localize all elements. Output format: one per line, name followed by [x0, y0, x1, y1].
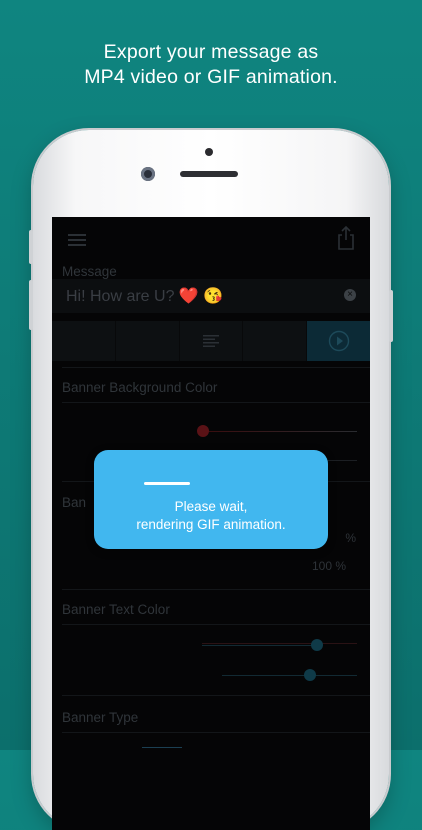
text-color-label: Banner Text Color — [62, 602, 170, 617]
menu-icon[interactable] — [68, 234, 86, 246]
share-icon[interactable] — [336, 225, 356, 251]
divider — [62, 402, 370, 403]
red-slider-knob[interactable] — [197, 425, 209, 437]
banner-section-label: Ban — [62, 495, 87, 510]
text-green-slider-knob[interactable] — [304, 669, 316, 681]
front-camera — [141, 167, 155, 181]
clear-icon[interactable]: × — [344, 289, 356, 301]
divider — [62, 624, 370, 625]
divider — [62, 367, 370, 368]
dialog-message: Please wait, rendering GIF animation. — [94, 498, 328, 534]
red-slider[interactable] — [202, 431, 357, 432]
toolbar-segment-2[interactable] — [115, 321, 180, 361]
message-input[interactable]: Hi! How are U? ❤️ 😘 × — [52, 279, 370, 313]
scale-value-partial: % — [345, 531, 356, 545]
caption: Export your message as MP4 video or GIF … — [0, 40, 422, 90]
format-toolbar — [52, 321, 370, 361]
background-color-label: Banner Background Color — [62, 380, 218, 395]
toolbar-segment-4[interactable] — [243, 321, 308, 361]
progress-bar — [144, 482, 190, 485]
rendering-dialog: Please wait, rendering GIF animation. — [94, 450, 328, 549]
volume-up-button — [29, 280, 33, 330]
scale-value: 100 % — [311, 559, 346, 573]
mute-switch — [29, 230, 33, 264]
toolbar-segment-1[interactable] — [52, 321, 116, 361]
toolbar-segment-play[interactable] — [307, 321, 370, 361]
top-bar — [52, 217, 370, 261]
caption-line-1: Export your message as — [103, 41, 319, 63]
dialog-line-2: rendering GIF animation. — [136, 517, 286, 532]
caption-line-2: MP4 video or GIF animation. — [84, 66, 338, 88]
banner-type-label: Banner Type — [62, 710, 139, 725]
toolbar-segment-align[interactable] — [179, 321, 244, 361]
power-button — [389, 290, 393, 342]
align-icon — [202, 335, 219, 347]
text-red-slider[interactable] — [202, 643, 357, 644]
proximity-sensor — [205, 148, 213, 156]
divider — [62, 732, 370, 733]
divider — [62, 695, 370, 696]
dialog-line-1: Please wait, — [174, 499, 248, 514]
play-icon — [328, 330, 349, 352]
text-blue-slider-knob[interactable] — [311, 639, 323, 651]
text-green-slider[interactable] — [222, 675, 357, 676]
message-text: Hi! How are U? ❤️ 😘 — [66, 288, 224, 305]
divider — [62, 589, 370, 590]
message-label: Message — [62, 264, 117, 279]
earpiece-speaker — [180, 171, 238, 177]
text-blue-slider-track[interactable] — [202, 645, 317, 646]
banner-type-indicator[interactable] — [142, 747, 182, 748]
